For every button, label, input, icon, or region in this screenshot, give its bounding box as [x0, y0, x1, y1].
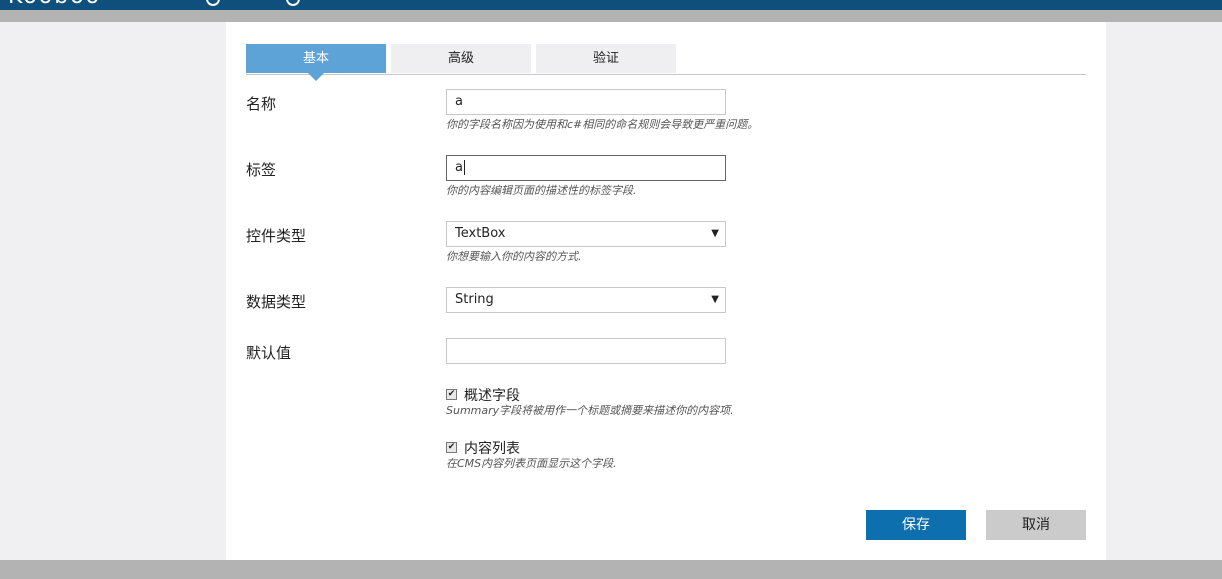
default-value-input[interactable]	[446, 338, 726, 364]
globe-icon[interactable]	[206, 0, 220, 6]
summary-field-checkbox[interactable]: ✔	[446, 389, 457, 400]
tag-input-value: a	[455, 160, 463, 175]
control-type-select[interactable]: TextBox ▼	[446, 221, 726, 247]
name-input-value: a	[455, 94, 463, 109]
name-label: 名称	[246, 95, 277, 113]
tab-validation[interactable]: 验证	[536, 44, 676, 73]
top-bar: Kooboo	[0, 0, 1222, 10]
content-list-hint: 在CMS内容列表页面显示这个字段.	[446, 457, 617, 470]
field-editor-panel: 基本 高级 验证 名称 a 你的字段名称因为使用和c#相同的命名规则会导致更严重…	[226, 22, 1106, 560]
header-divider	[0, 10, 1222, 22]
default-value-label: 默认值	[246, 344, 292, 362]
app-logo[interactable]: Kooboo	[8, 0, 101, 9]
user-icon[interactable]	[286, 0, 300, 6]
control-type-value: TextBox	[455, 226, 506, 241]
tab-advanced[interactable]: 高级	[391, 44, 531, 73]
name-hint: 你的字段名称因为使用和c#相同的命名规则会导致更严重问题。	[446, 118, 759, 131]
content-list-checkbox[interactable]: ✔	[446, 442, 457, 453]
save-button[interactable]: 保存	[866, 510, 966, 540]
tab-basic[interactable]: 基本	[246, 44, 386, 73]
tag-hint: 你的内容编辑页面的描述性的标签字段.	[446, 184, 637, 197]
control-type-hint: 你想要输入你的内容的方式.	[446, 250, 582, 263]
footer-band	[0, 560, 1222, 579]
tab-strip: 基本 高级 验证	[246, 44, 1086, 81]
name-input[interactable]: a	[446, 89, 726, 115]
summary-field-hint: Summary字段将被用作一个标题或摘要来描述你的内容项.	[446, 404, 734, 417]
active-tab-indicator	[308, 73, 324, 81]
tag-input[interactable]: a	[446, 155, 726, 181]
data-type-value: String	[455, 292, 494, 307]
data-type-label: 数据类型	[246, 293, 307, 311]
cancel-button[interactable]: 取消	[986, 510, 1086, 540]
dropdown-arrow-icon: ▼	[711, 294, 719, 305]
control-type-label: 控件类型	[246, 227, 307, 245]
dropdown-arrow-icon: ▼	[711, 228, 719, 239]
data-type-select[interactable]: String ▼	[446, 287, 726, 313]
text-cursor	[463, 160, 465, 175]
tag-label: 标签	[246, 161, 277, 179]
